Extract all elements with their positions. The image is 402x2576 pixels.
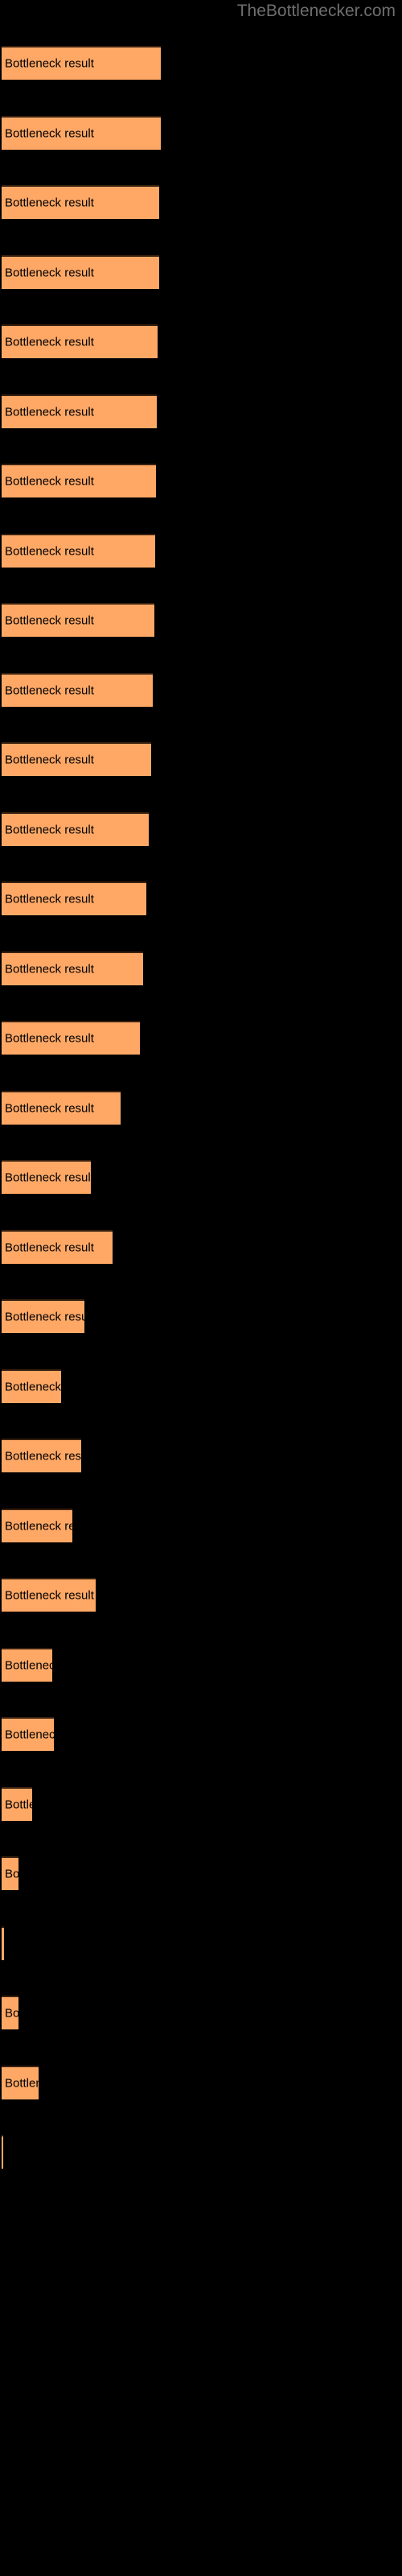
bar-8[interactable]: Bottleneck result (2, 534, 155, 568)
bar-28[interactable]: Bottleneck result (2, 1926, 4, 1960)
bar-label: Bottleneck result (5, 405, 94, 419)
bar-label: Bottleneck result (5, 1798, 32, 1812)
bar-label: Bottleneck result (5, 753, 94, 767)
bar-label: Bottleneck result (5, 892, 94, 906)
bar-18[interactable]: Bottleneck result (2, 1230, 113, 1264)
bar-label: Bottleneck result (5, 1101, 94, 1116)
bar-label: Bottleneck result (5, 2006, 18, 2021)
bar-label: Bottleneck result (5, 1867, 18, 1881)
bar-label: Bottleneck result (5, 1728, 54, 1742)
bottleneck-chart: TheBottlenecker.com Bottleneck result Bot… (0, 0, 402, 2576)
bar-label: Bottleneck result (5, 683, 94, 698)
bar-label: Bottleneck result (5, 196, 94, 210)
bar-label: Bottleneck result (5, 823, 94, 837)
bar-7[interactable]: Bottleneck result (2, 464, 156, 497)
bar-label: Bottleneck result (5, 1449, 81, 1463)
bar-24[interactable]: Bottleneck result (2, 1648, 52, 1682)
bar-label: Bottleneck result (5, 56, 94, 71)
bar-label: Bottleneck result (5, 335, 94, 349)
bar-6[interactable]: Bottleneck result (2, 394, 157, 428)
bar-17[interactable]: Bottleneck result (2, 1160, 91, 1194)
bar-label: Bottleneck result (5, 1588, 94, 1603)
bar-14[interactable]: Bottleneck result (2, 952, 143, 985)
bar-label: Bottleneck result (5, 2076, 39, 2091)
bar-16[interactable]: Bottleneck result (2, 1091, 121, 1125)
bar-label: Bottleneck result (5, 266, 94, 280)
bar-label: Bottleneck result (5, 544, 94, 559)
bar-26[interactable]: Bottleneck result (2, 1787, 32, 1821)
bar-label: Bottleneck result (5, 962, 94, 976)
bar-15[interactable]: Bottleneck result (2, 1021, 140, 1055)
bar-label: Bottleneck result (5, 1310, 84, 1324)
bar-4[interactable]: Bottleneck result (2, 255, 159, 289)
bar-label: Bottleneck result (5, 613, 94, 628)
bar-20[interactable]: Bottleneck result (2, 1369, 61, 1403)
bar-label: Bottleneck result (5, 474, 94, 489)
chart-plot-area: Bottleneck result Bottleneck result Bottle… (0, 0, 402, 2576)
bar-label: Bottleneck result (5, 1519, 72, 1534)
bar-label: Bottleneck result (5, 1170, 91, 1185)
bar-1[interactable]: Bottleneck result (2, 46, 161, 80)
bar-22[interactable]: Bottleneck result (2, 1509, 72, 1542)
bar-30[interactable]: Bottleneck result (2, 2066, 39, 2099)
bar-23[interactable]: Bottleneck result (2, 1578, 96, 1612)
bar-27[interactable]: Bottleneck result (2, 1856, 18, 1890)
bar-label: Bottleneck result (5, 1658, 52, 1673)
bar-31[interactable]: Bottleneck result (2, 2135, 3, 2169)
bar-label: Bottleneck result (5, 1380, 61, 1394)
bar-9[interactable]: Bottleneck result (2, 603, 154, 637)
bar-21[interactable]: Bottleneck result (2, 1439, 81, 1472)
bar-label: Bottleneck result (5, 126, 94, 141)
bar-13[interactable]: Bottleneck result (2, 881, 146, 915)
bar-11[interactable]: Bottleneck result (2, 742, 151, 776)
bar-label: Bottleneck result (5, 1031, 94, 1046)
bar-25[interactable]: Bottleneck result (2, 1717, 54, 1751)
bar-5[interactable]: Bottleneck result (2, 324, 158, 358)
bar-3[interactable]: Bottleneck result (2, 185, 159, 219)
bar-2[interactable]: Bottleneck result (2, 116, 161, 150)
bar-label: Bottleneck result (5, 1241, 94, 1255)
bar-12[interactable]: Bottleneck result (2, 812, 149, 846)
bar-29[interactable]: Bottleneck result (2, 1996, 18, 2029)
bar-10[interactable]: Bottleneck result (2, 673, 153, 707)
bar-19[interactable]: Bottleneck result (2, 1299, 84, 1333)
